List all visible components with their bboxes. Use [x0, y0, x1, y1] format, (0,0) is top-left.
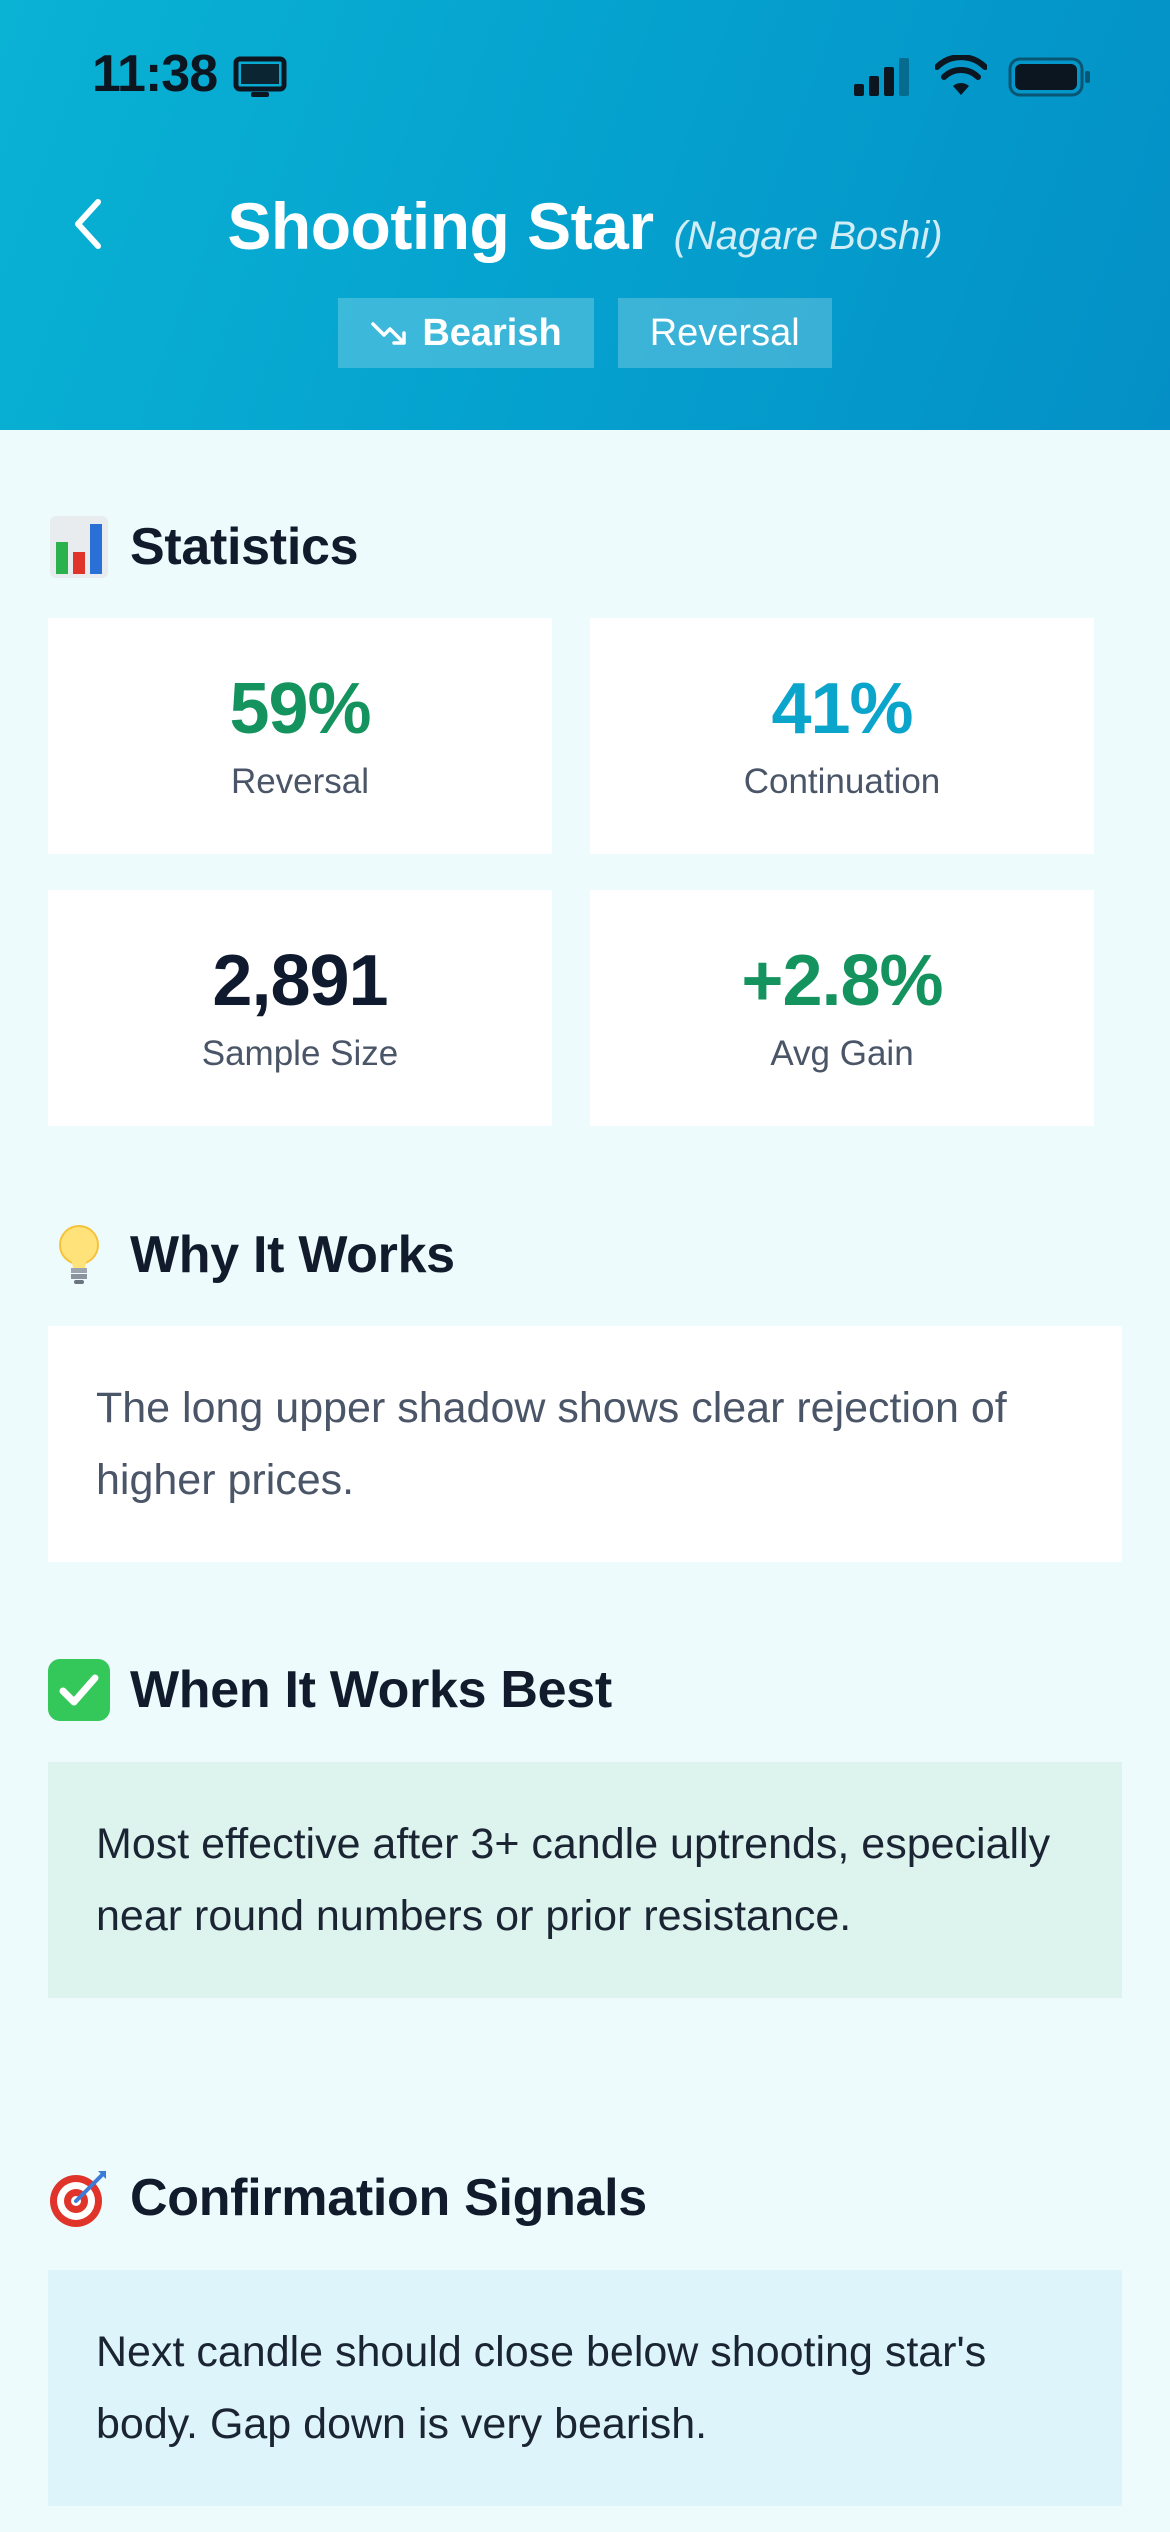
stat-card-continuation: 41% Continuation — [590, 618, 1094, 854]
confirmation-signals-card: Next candle should close below shooting … — [48, 2270, 1122, 2506]
stat-value: 41% — [771, 669, 913, 750]
tag-row: Bearish Reversal — [0, 298, 1170, 368]
when-it-works-best-heading: When It Works Best — [48, 1659, 612, 1721]
confirmation-signals-heading: Confirmation Signals — [48, 2167, 647, 2229]
stat-label: Sample Size — [201, 1033, 399, 1073]
page-title: Shooting Star — [227, 189, 654, 263]
why-it-works-heading: Why It Works — [48, 1224, 455, 1286]
stat-value: +2.8% — [741, 941, 943, 1022]
bar-chart-icon — [48, 516, 110, 578]
lightbulb-icon — [48, 1224, 110, 1286]
tag-reversal-label: Reversal — [649, 311, 800, 354]
stat-card-avg-gain: +2.8% Avg Gain — [590, 890, 1094, 1126]
title-row: Shooting Star (Nagare Boshi) — [0, 188, 1170, 264]
stat-label: Reversal — [230, 761, 370, 801]
why-it-works-title: Why It Works — [130, 1226, 455, 1284]
trend-down-icon — [371, 322, 407, 345]
when-it-works-best-title: When It Works Best — [130, 1661, 612, 1719]
target-icon — [48, 2167, 110, 2229]
stat-card-reversal: 59% Reversal — [48, 618, 552, 854]
confirmation-signals-title: Confirmation Signals — [130, 2169, 647, 2227]
check-mark-icon — [48, 1659, 110, 1721]
tag-reversal: Reversal — [617, 298, 832, 368]
status-time: 11:38 — [92, 45, 218, 103]
statistics-heading: Statistics — [48, 516, 359, 578]
when-it-works-best-text: Most effective after 3+ candle uptrends,… — [96, 1820, 1051, 1940]
page-subtitle: (Nagare Boshi) — [673, 214, 943, 258]
wifi-icon — [935, 55, 987, 95]
stat-label: Continuation — [743, 761, 941, 801]
when-it-works-best-card: Most effective after 3+ candle uptrends,… — [48, 1762, 1122, 1998]
pattern-detail-screen: 11:38 Shooting Star (Nagare Boshi) Beari… — [0, 0, 1170, 2532]
cellular-signal-icon — [854, 58, 909, 96]
confirmation-signals-text: Next candle should close below shooting … — [96, 2328, 987, 2448]
stat-card-sample-size: 2,891 Sample Size — [48, 890, 552, 1126]
statistics-title: Statistics — [130, 518, 359, 576]
stat-value: 59% — [229, 669, 371, 750]
header: 11:38 Shooting Star (Nagare Boshi) Beari… — [0, 0, 1170, 430]
stat-value: 2,891 — [212, 941, 388, 1022]
tag-bearish-label: Bearish — [422, 311, 562, 354]
screen-mirroring-icon — [233, 56, 287, 97]
battery-icon — [1008, 57, 1090, 97]
tag-bearish: Bearish — [338, 298, 594, 368]
stat-label: Avg Gain — [770, 1033, 914, 1073]
why-it-works-card: The long upper shadow shows clear reject… — [48, 1326, 1122, 1562]
why-it-works-text: The long upper shadow shows clear reject… — [96, 1384, 1007, 1504]
status-bar: 11:38 — [0, 0, 1170, 155]
